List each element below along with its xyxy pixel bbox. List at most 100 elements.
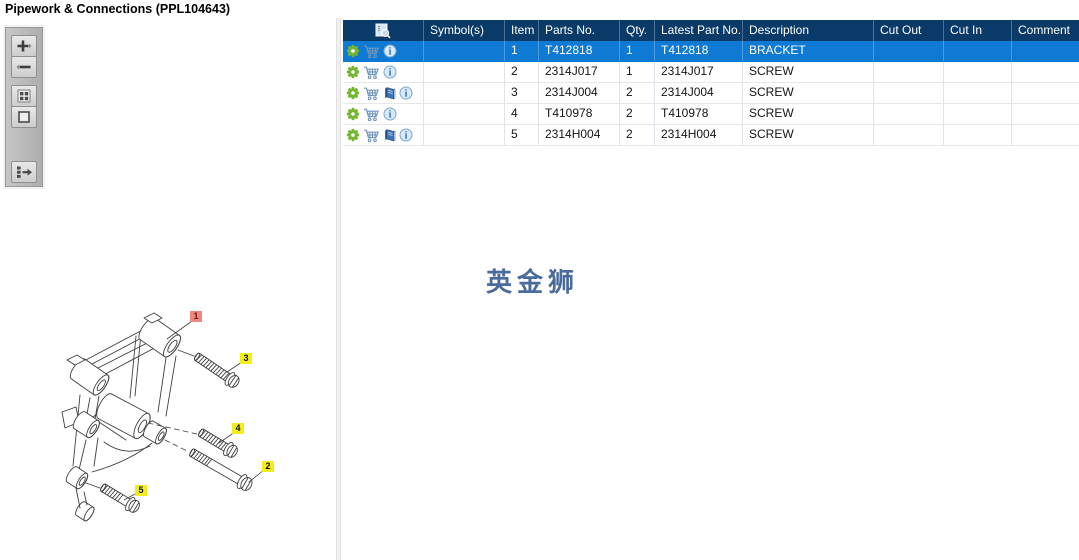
table-row[interactable]: 3 2314J004 2 2314J004 SCREW [343, 83, 1079, 104]
table-row[interactable]: 2 2314J017 1 2314J017 SCREW [343, 62, 1079, 83]
cell-qty: 2 [620, 125, 655, 145]
bolt-2-illustration[interactable] [187, 445, 255, 493]
column-header-icons[interactable] [343, 20, 424, 41]
gear-icon[interactable] [346, 107, 360, 121]
cell-latest_part_no: 2314H004 [655, 125, 743, 145]
callout-1[interactable]: 1 [190, 311, 202, 322]
cell-description: SCREW [743, 125, 874, 145]
cell-comment [1012, 125, 1079, 145]
row-action-icons [343, 62, 424, 82]
gear-icon[interactable] [346, 128, 360, 142]
row-action-icons [343, 83, 424, 103]
panel-divider[interactable] [336, 18, 341, 560]
book-icon[interactable] [383, 86, 396, 100]
cell-qty: 1 [620, 62, 655, 82]
cell-cut_in [944, 104, 1012, 124]
cell-symbols [424, 62, 505, 82]
cell-cut_out [874, 62, 944, 82]
cart-icon[interactable] [363, 65, 380, 79]
cell-latest_part_no: T412818 [655, 41, 743, 61]
cell-parts_no: 2314J017 [539, 62, 620, 82]
cell-cut_in [944, 125, 1012, 145]
gear-icon[interactable] [346, 65, 360, 79]
cell-latest_part_no: T410978 [655, 104, 743, 124]
cell-comment [1012, 41, 1079, 61]
cell-latest_part_no: 2314J004 [655, 83, 743, 103]
gear-icon[interactable] [346, 44, 360, 58]
cell-cut_out [874, 41, 944, 61]
info-icon[interactable] [383, 107, 397, 121]
cell-parts_no: 2314J004 [539, 83, 620, 103]
table-header-row: Symbol(s) Item Parts No. Qty. Latest Part No… [343, 20, 1079, 41]
cell-parts_no: T410978 [539, 104, 620, 124]
cell-item: 5 [505, 125, 539, 145]
cart-icon[interactable] [363, 44, 380, 58]
cell-cut_out [874, 83, 944, 103]
cell-cut_out [874, 125, 944, 145]
column-header-comment[interactable]: Comment [1012, 20, 1079, 41]
cell-symbols [424, 41, 505, 61]
callout-2[interactable]: 2 [262, 461, 274, 472]
bolt-3-illustration[interactable] [192, 350, 242, 391]
info-icon[interactable] [383, 44, 397, 58]
cell-description: SCREW [743, 83, 874, 103]
cell-cut_in [944, 41, 1012, 61]
cell-qty: 2 [620, 83, 655, 103]
cart-icon[interactable] [363, 107, 380, 121]
row-action-icons [343, 104, 424, 124]
page-title: Pipework & Connections (PPL104643) [5, 2, 231, 16]
watermark: 英金狮 [486, 268, 580, 298]
cell-parts_no: 2314H004 [539, 125, 620, 145]
cart-icon[interactable] [363, 86, 380, 100]
cart-icon[interactable] [363, 128, 380, 142]
cell-qty: 1 [620, 41, 655, 61]
table-row[interactable]: 1 T412818 1 T412818 BRACKET [343, 41, 1079, 62]
column-header-latest-part-no-[interactable]: Latest Part No. [655, 20, 743, 41]
cell-item: 1 [505, 41, 539, 61]
info-icon[interactable] [399, 86, 413, 100]
parts-list-table: Symbol(s) Item Parts No. Qty. Latest Part No… [343, 20, 1079, 146]
book-icon[interactable] [383, 128, 396, 142]
cell-cut_in [944, 83, 1012, 103]
row-action-icons [343, 125, 424, 145]
column-header-item[interactable]: Item [505, 20, 539, 41]
parts-diagram [61, 312, 265, 522]
cell-comment [1012, 62, 1079, 82]
info-icon[interactable] [399, 128, 413, 142]
cell-cut_in [944, 62, 1012, 82]
cell-comment [1012, 104, 1079, 124]
cell-item: 4 [505, 104, 539, 124]
cell-item: 3 [505, 83, 539, 103]
column-header-cut-in[interactable]: Cut In [944, 20, 1012, 41]
title-bar: Pipework & Connections (PPL104643) [0, 0, 1079, 18]
cell-comment [1012, 83, 1079, 103]
callout-4[interactable]: 4 [232, 423, 244, 434]
callout-3[interactable]: 3 [240, 353, 252, 364]
column-header-description[interactable]: Description [743, 20, 874, 41]
cell-symbols [424, 104, 505, 124]
table-row[interactable]: 4 T410978 2 T410978 SCREW [343, 104, 1079, 125]
cell-description: SCREW [743, 104, 874, 124]
cell-latest_part_no: 2314J017 [655, 62, 743, 82]
bracket-illustration[interactable] [61, 312, 184, 522]
find-icon[interactable] [375, 22, 391, 39]
column-header-parts-no-[interactable]: Parts No. [539, 20, 620, 41]
cell-symbols [424, 83, 505, 103]
info-icon[interactable] [383, 65, 397, 79]
row-action-icons [343, 41, 424, 61]
cell-parts_no: T412818 [539, 41, 620, 61]
table-row[interactable]: 5 2314H004 2 2314H004 SCREW [343, 125, 1079, 146]
cell-symbols [424, 125, 505, 145]
table-body: 1 T412818 1 T412818 BRACKET 2 2314J017 1 2314J01… [343, 41, 1079, 146]
cell-qty: 2 [620, 104, 655, 124]
gear-icon[interactable] [346, 86, 360, 100]
diagram-panel: 1 2 3 4 5 [0, 18, 336, 560]
cell-description: BRACKET [743, 41, 874, 61]
column-header-symbol-s-[interactable]: Symbol(s) [424, 20, 505, 41]
callout-5[interactable]: 5 [135, 485, 147, 496]
column-header-qty-[interactable]: Qty. [620, 20, 655, 41]
cell-cut_out [874, 104, 944, 124]
column-header-cut-out[interactable]: Cut Out [874, 20, 944, 41]
cell-item: 2 [505, 62, 539, 82]
cell-description: SCREW [743, 62, 874, 82]
